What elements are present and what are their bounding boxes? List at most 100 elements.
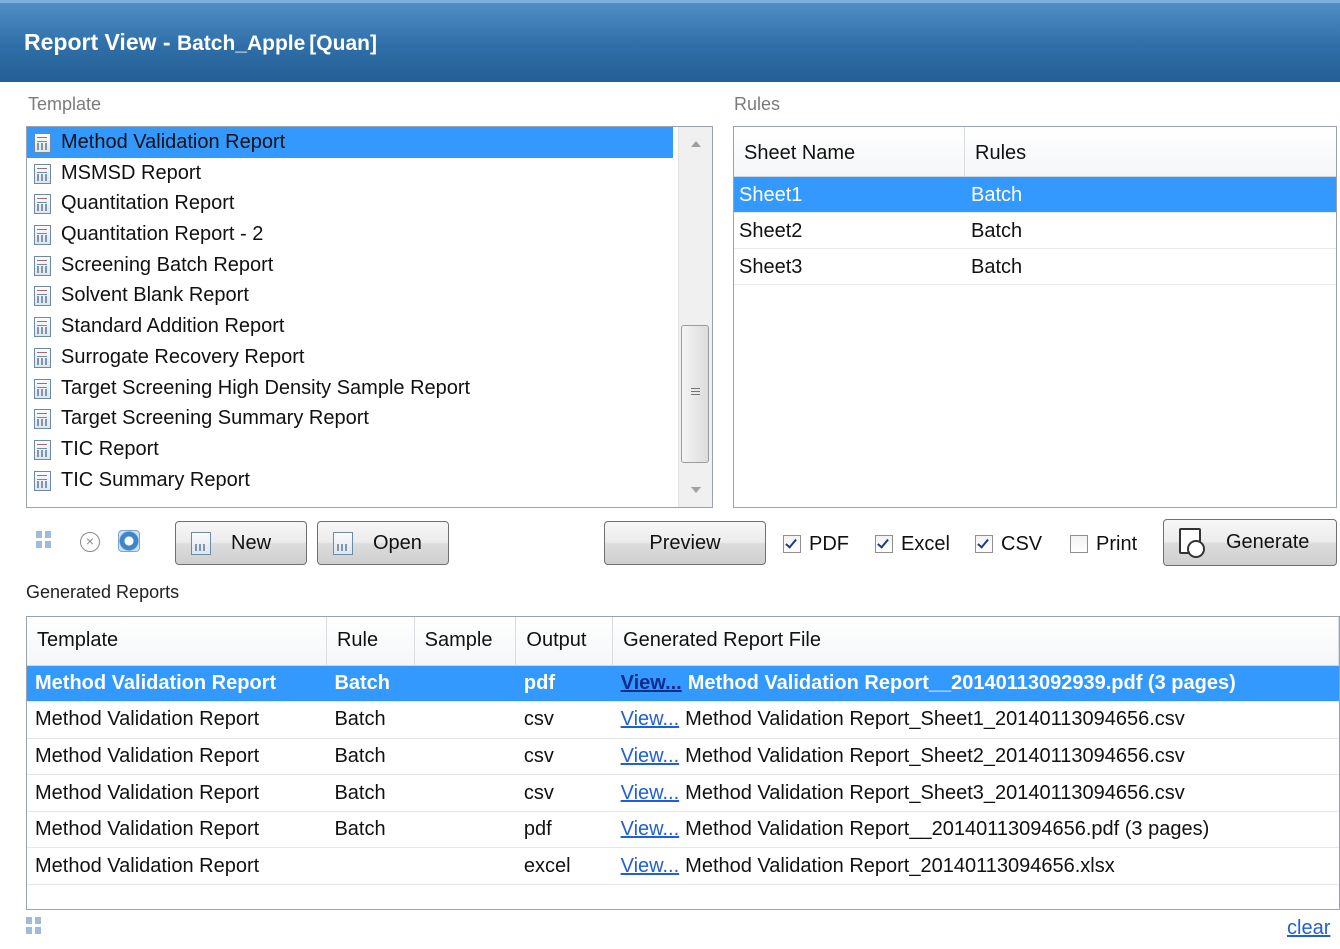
refresh-icon[interactable]	[118, 530, 140, 552]
table-row[interactable]: Method Validation Report Batch csv View... M…	[27, 738, 1339, 776]
view-link[interactable]: View...	[621, 672, 682, 694]
table-row[interactable]: Method Validation Report Batch pdf View... M…	[27, 811, 1339, 849]
generate-report-icon	[1179, 528, 1205, 558]
template-cell: Method Validation Report	[27, 665, 327, 703]
template-item-label: Target Screening Summary Report	[61, 407, 369, 430]
scroll-down-icon[interactable]	[691, 487, 701, 493]
report-file-name: Method Validation Report__20140113094656…	[685, 818, 1210, 841]
rule-cell: Batch	[326, 811, 415, 849]
table-row[interactable]: Method Validation Report Batch pdf View... M…	[27, 665, 1339, 703]
reports-col-rule[interactable]: Rule	[326, 617, 415, 666]
reports-col-file[interactable]: Generated Report File	[612, 617, 1339, 666]
template-list-item[interactable]: Surrogate Recovery Report	[27, 342, 712, 373]
batch-kind: [Quan]	[309, 32, 377, 55]
template-list-item[interactable]: Target Screening High Density Sample Rep…	[27, 373, 712, 404]
template-list-item[interactable]: Screening Batch Report	[27, 250, 712, 281]
report-document-icon	[34, 347, 51, 368]
checkmark-icon	[785, 536, 797, 549]
grid-icon[interactable]	[36, 531, 52, 549]
report-file-name: Method Validation Report_20140113094656.…	[685, 854, 1115, 877]
reports-col-sample[interactable]: Sample	[414, 617, 517, 666]
open-button[interactable]: Open	[317, 521, 449, 565]
reports-col-template[interactable]: Template	[27, 617, 327, 666]
template-list-item[interactable]: MSMSD Report	[27, 158, 712, 189]
rules-row[interactable]: Sheet1 Batch	[734, 177, 1336, 213]
rules-col-rules[interactable]: Rules	[965, 127, 1026, 176]
report-document-icon	[34, 163, 51, 184]
generate-button[interactable]: Generate	[1163, 519, 1337, 566]
template-list-item[interactable]: Solvent Blank Report	[27, 280, 712, 311]
template-item-label: Target Screening High Density Sample Rep…	[61, 376, 471, 399]
report-file-name: Method Validation Report_Sheet1_20140113…	[685, 708, 1185, 731]
rule-cell: Batch	[326, 738, 415, 776]
report-file-cell: View... Method Validation Report_Sheet1_2…	[612, 701, 1339, 739]
rules-row[interactable]: Sheet3 Batch	[734, 249, 1336, 285]
rule-cell: Batch	[326, 665, 415, 703]
rule-cell: Batch	[326, 701, 415, 739]
view-link[interactable]: View...	[621, 782, 680, 804]
template-list-item[interactable]: TIC Summary Report	[27, 465, 712, 496]
template-list[interactable]: Method Validation Report MSMSD Report Quan…	[26, 126, 713, 508]
report-file-cell: View... Method Validation Report__2014011…	[612, 665, 1339, 703]
report-document-icon	[34, 286, 51, 307]
template-item-label: Quantitation Report - 2	[61, 223, 264, 246]
report-document-icon	[34, 378, 51, 399]
view-link[interactable]: View...	[621, 745, 680, 767]
clear-link[interactable]: clear	[1287, 917, 1330, 940]
generated-reports-grid[interactable]: Template Rule Sample Output Generated Re…	[26, 616, 1340, 910]
rules-row[interactable]: Sheet2 Batch	[734, 213, 1336, 249]
rules-grid-header: Sheet Name Rules	[734, 127, 1336, 177]
table-row[interactable]: Method Validation Report excel View... Meth…	[27, 847, 1339, 886]
view-link[interactable]: View...	[621, 818, 680, 840]
generated-reports-label: Generated Reports	[26, 582, 180, 602]
reports-col-output[interactable]: Output	[515, 617, 614, 666]
report-file-cell: View... Method Validation Report_20140113…	[612, 847, 1339, 886]
window-title: Report View -	[24, 29, 177, 55]
template-item-label: Surrogate Recovery Report	[61, 345, 305, 368]
rule-cell: Batch	[326, 774, 415, 812]
table-row[interactable]: Method Validation Report Batch csv View... M…	[27, 774, 1339, 812]
template-cell: Method Validation Report	[27, 738, 327, 776]
template-list-item[interactable]: Quantitation Report	[27, 188, 712, 219]
template-list-item[interactable]: Method Validation Report	[27, 127, 673, 158]
checkmark-icon	[877, 536, 889, 549]
rule-cell: Batch	[971, 220, 1023, 242]
output-cell: pdf	[515, 665, 613, 703]
sample-cell	[414, 738, 516, 776]
template-list-item[interactable]: Standard Addition Report	[27, 311, 712, 342]
view-link[interactable]: View...	[621, 708, 680, 730]
sample-cell	[414, 774, 516, 812]
table-row[interactable]: Method Validation Report Batch csv View... M…	[27, 701, 1339, 739]
template-item-label: Standard Addition Report	[61, 315, 285, 338]
report-document-icon	[34, 317, 51, 338]
template-list-scrollbar[interactable]	[678, 127, 712, 507]
window-title-bar: Report View - Batch_Apple [Quan]	[0, 0, 1340, 82]
preview-button[interactable]: Preview	[604, 521, 766, 565]
template-cell: Method Validation Report	[27, 774, 327, 812]
rules-col-sheet-name[interactable]: Sheet Name	[734, 127, 965, 176]
template-list-item[interactable]: TIC Report	[27, 434, 712, 465]
template-item-label: Method Validation Report	[61, 131, 286, 153]
report-document-icon	[34, 225, 51, 246]
report-file-cell: View... Method Validation Report__2014011…	[612, 811, 1339, 849]
sample-cell	[414, 701, 516, 739]
template-list-item[interactable]: Target Screening Summary Report	[27, 403, 712, 434]
open-report-icon	[333, 532, 353, 555]
rule-cell: Batch	[971, 256, 1023, 278]
report-file-cell: View... Method Validation Report_Sheet2_2…	[612, 738, 1339, 776]
template-cell: Method Validation Report	[27, 701, 327, 739]
output-cell: pdf	[515, 811, 613, 849]
report-file-name: Method Validation Report_Sheet2_20140113…	[685, 744, 1185, 767]
new-button[interactable]: New	[175, 521, 307, 565]
close-circle-icon[interactable]: ×	[80, 532, 100, 552]
scroll-up-icon[interactable]	[691, 141, 701, 147]
report-file-name: Method Validation Report_Sheet3_20140113…	[685, 781, 1185, 804]
template-item-label: TIC Summary Report	[61, 468, 250, 491]
rules-grid[interactable]: Sheet Name Rules Sheet1 Batch Sheet2 Batch S…	[733, 126, 1337, 508]
template-section-label: Template	[28, 94, 102, 114]
grid-icon[interactable]	[26, 917, 42, 935]
scrollbar-thumb[interactable]	[681, 325, 709, 463]
output-cell: excel	[515, 847, 613, 886]
view-link[interactable]: View...	[621, 855, 680, 877]
template-list-item[interactable]: Quantitation Report - 2	[27, 219, 712, 250]
